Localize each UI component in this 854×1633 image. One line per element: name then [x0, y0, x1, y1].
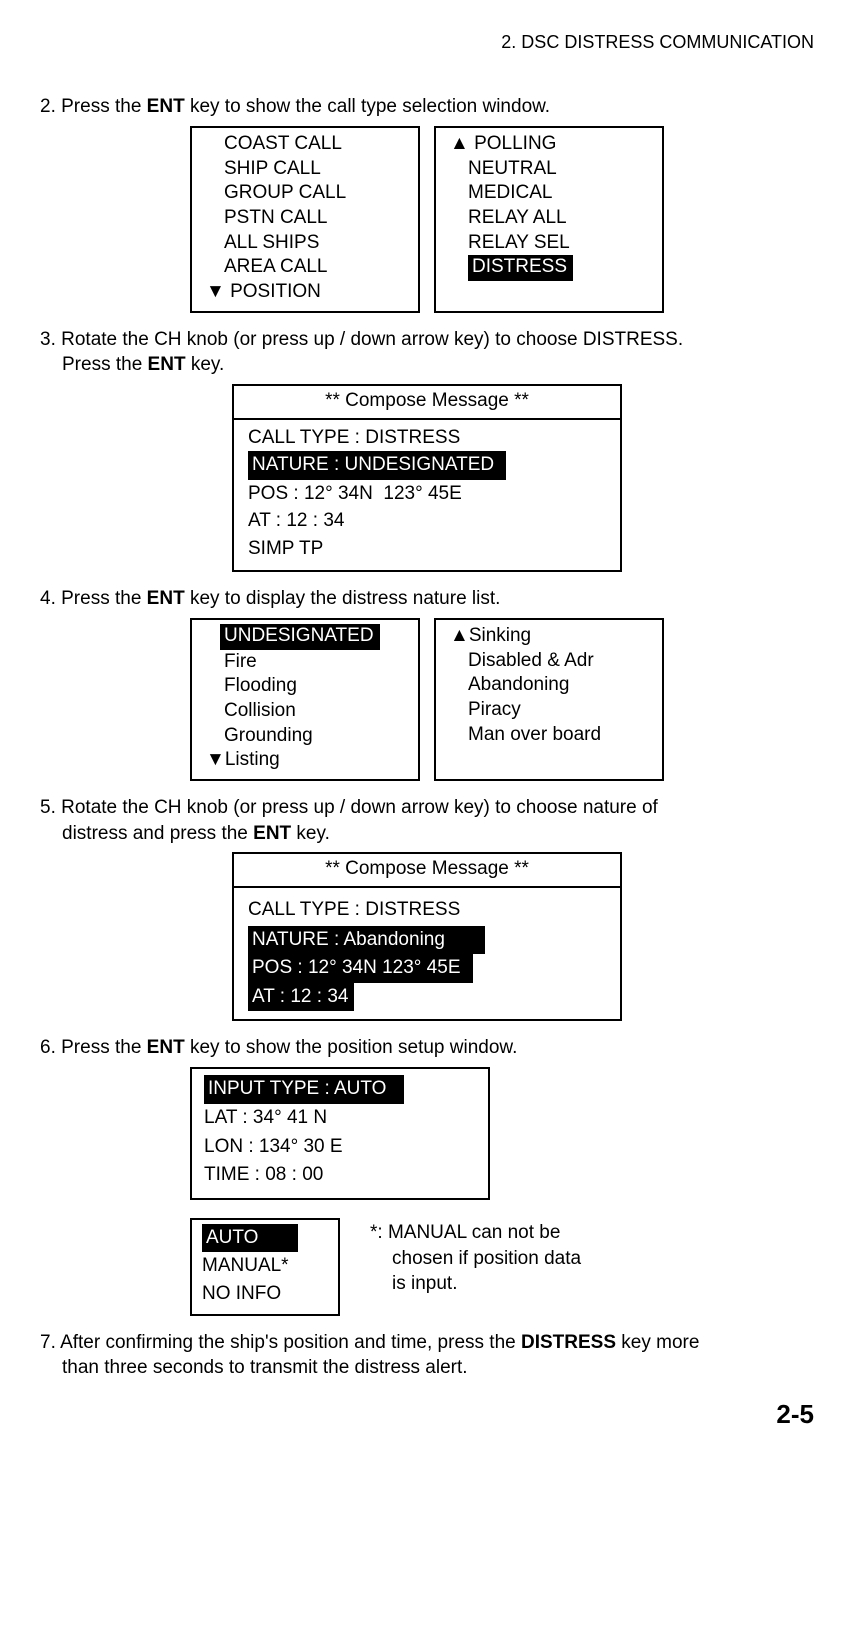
call-type-item: GROUP CALL: [206, 181, 404, 206]
pos-lon: LON : 134° 30 E: [204, 1133, 476, 1162]
nature-undesignated: UNDESIGNATED: [206, 624, 404, 650]
nature-item: Man over board: [450, 723, 648, 748]
input-type-options-panel: AUTO MANUAL* NO INFO: [190, 1218, 340, 1316]
nature-listing-label: Listing: [225, 749, 280, 770]
step-2: 2. Press the ENT key to show the call ty…: [40, 94, 814, 120]
call-type-item: RELAY SEL: [450, 231, 648, 256]
nature-left-panel: UNDESIGNATED Fire Flooding Collision Gro…: [190, 618, 420, 781]
pos-time: TIME : 08 : 00: [204, 1161, 476, 1190]
call-type-item: AREA CALL: [206, 255, 404, 280]
nature-item: Disabled & Adr: [450, 649, 648, 674]
nature-item: Grounding: [206, 724, 404, 749]
call-type-item: PSTN CALL: [206, 206, 404, 231]
step6-prefix: 6. Press the: [40, 1037, 147, 1058]
note-line1: *: MANUAL can not be: [370, 1222, 560, 1243]
up-arrow-icon: ▲: [450, 133, 474, 154]
compose1-pos: POS : 12° 34N 123° 45E: [248, 480, 606, 508]
step4-prefix: 4. Press the: [40, 588, 147, 609]
step2-prefix: 2. Press the: [40, 96, 147, 117]
call-type-item: MEDICAL: [450, 181, 648, 206]
step-5: 5. Rotate the CH knob (or press up / dow…: [40, 795, 814, 846]
compose2-calltype: CALL TYPE : DISTRESS: [248, 896, 606, 924]
call-type-right-panel: ▲ POLLING NEUTRAL MEDICAL RELAY ALL RELA…: [434, 126, 664, 313]
call-type-item: SHIP CALL: [206, 157, 404, 182]
compose1-at: AT : 12 : 34: [248, 507, 606, 535]
step-4: 4. Press the ENT key to display the dist…: [40, 586, 814, 612]
undesignated-highlight: UNDESIGNATED: [220, 624, 380, 650]
nature-item: Collision: [206, 699, 404, 724]
nature-list-figure: UNDESIGNATED Fire Flooding Collision Gro…: [40, 618, 814, 781]
nature-blank: [450, 747, 648, 772]
nature-item: Fire: [206, 650, 404, 675]
compose2-pos-highlight: POS : 12° 34N 123° 45E: [248, 954, 473, 983]
step-6: 6. Press the ENT key to show the positio…: [40, 1035, 814, 1061]
down-arrow-icon: ▼: [206, 281, 230, 302]
nature-item: Flooding: [206, 674, 404, 699]
compose2-title: ** Compose Message **: [234, 854, 620, 888]
noinfo-option: NO INFO: [202, 1280, 328, 1308]
call-type-item-distress: DISTRESS: [450, 255, 648, 281]
step3-key: ENT: [148, 354, 186, 375]
call-type-left-panel: COAST CALL SHIP CALL GROUP CALL PSTN CAL…: [190, 126, 420, 313]
step3-line2-prefix: Press the: [62, 354, 148, 375]
step7-l1b: key more: [616, 1332, 699, 1353]
compose1-nature-highlight: NATURE : UNDESIGNATED: [248, 451, 506, 480]
step-7: 7. After confirming the ship's position …: [40, 1330, 814, 1381]
page-number: 2-5: [40, 1397, 814, 1432]
down-arrow-icon: ▼: [206, 749, 225, 770]
input-type-row: AUTO MANUAL* NO INFO *: MANUAL can not b…: [190, 1218, 814, 1316]
nature-sinking-label: Sinking: [469, 625, 531, 646]
step5-key: ENT: [253, 823, 291, 844]
call-type-figure: COAST CALL SHIP CALL GROUP CALL PSTN CAL…: [40, 126, 814, 313]
step4-suffix: key to display the distress nature list.: [185, 588, 501, 609]
step7-l2: than three seconds to transmit the distr…: [62, 1355, 814, 1381]
call-type-item: NEUTRAL: [450, 157, 648, 182]
step5-line2-suffix: key.: [291, 823, 330, 844]
call-type-item-position: ▼ POSITION: [206, 280, 404, 305]
compose-message-1: ** Compose Message ** CALL TYPE : DISTRE…: [232, 384, 622, 572]
compose1-calltype: CALL TYPE : DISTRESS: [248, 424, 606, 452]
nature-item: Abandoning: [450, 673, 648, 698]
distress-highlight: DISTRESS: [468, 255, 573, 281]
step3-line2-suffix: key.: [186, 354, 225, 375]
nature-sinking: ▲Sinking: [450, 624, 648, 649]
compose1-title: ** Compose Message **: [234, 386, 620, 420]
call-type-position-label: POSITION: [230, 281, 321, 302]
auto-option-highlight: AUTO: [202, 1224, 298, 1253]
step7-l1a: 7. After confirming the ship's position …: [40, 1332, 521, 1353]
step3-line1: 3. Rotate the CH knob (or press up / dow…: [40, 329, 683, 350]
step7-key: DISTRESS: [521, 1332, 616, 1353]
input-type-auto-highlight: INPUT TYPE : AUTO: [204, 1075, 404, 1105]
nature-item: Piracy: [450, 698, 648, 723]
position-setup-panel: INPUT TYPE : AUTO LAT : 34° 41 N LON : 1…: [190, 1067, 490, 1200]
step6-suffix: key to show the position setup window.: [185, 1037, 518, 1058]
step6-key: ENT: [147, 1037, 185, 1058]
call-type-item: COAST CALL: [206, 132, 404, 157]
step2-suffix: key to show the call type selection wind…: [185, 96, 550, 117]
compose1-simp: SIMP TP: [248, 535, 606, 563]
up-arrow-icon: ▲: [450, 625, 469, 646]
compose2-nature-highlight: NATURE : Abandoning: [248, 926, 485, 955]
manual-option: MANUAL*: [202, 1252, 328, 1280]
step5-line2-prefix: distress and press the: [62, 823, 253, 844]
compose-message-2: ** Compose Message ** CALL TYPE : DISTRE…: [232, 852, 622, 1021]
step5-line1: 5. Rotate the CH knob (or press up / dow…: [40, 797, 658, 818]
step2-key: ENT: [147, 96, 185, 117]
call-type-item: RELAY ALL: [450, 206, 648, 231]
call-type-polling-label: POLLING: [474, 133, 556, 154]
pos-lat: LAT : 34° 41 N: [204, 1104, 476, 1133]
step-3: 3. Rotate the CH knob (or press up / dow…: [40, 327, 814, 378]
nature-right-panel: ▲Sinking Disabled & Adr Abandoning Pirac…: [434, 618, 664, 781]
call-type-item: ALL SHIPS: [206, 231, 404, 256]
call-type-item-polling: ▲ POLLING: [450, 132, 648, 157]
compose2-at-highlight: AT : 12 : 34: [248, 983, 354, 1012]
step4-key: ENT: [147, 588, 185, 609]
manual-note: *: MANUAL can not be chosen if position …: [370, 1218, 581, 1297]
chapter-header: 2. DSC DISTRESS COMMUNICATION: [40, 30, 814, 54]
note-line2: chosen if position data: [370, 1246, 581, 1272]
nature-listing: ▼Listing: [206, 748, 404, 773]
note-line3: is input.: [370, 1271, 581, 1297]
